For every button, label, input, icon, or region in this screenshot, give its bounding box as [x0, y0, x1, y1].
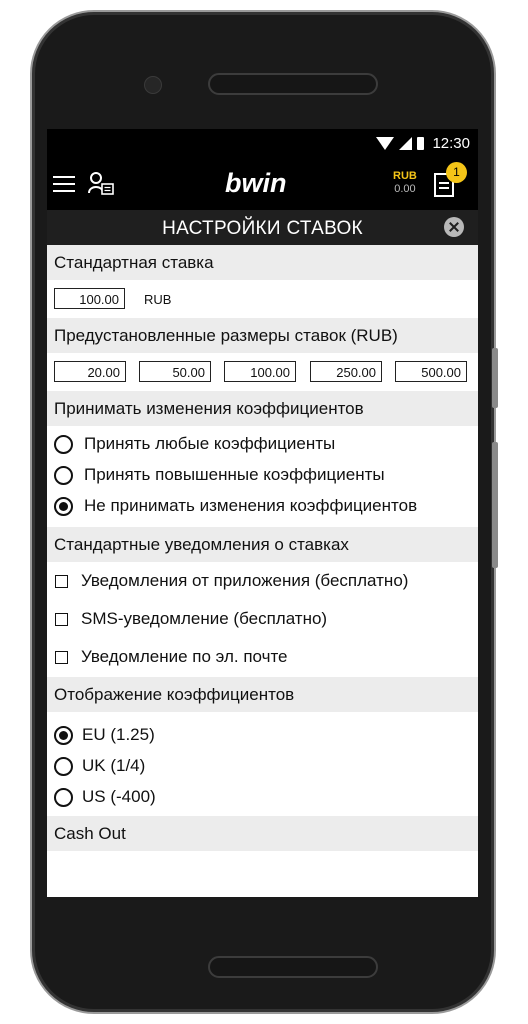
odds-format-option-uk[interactable]: UK (1/4) — [54, 754, 145, 778]
signal-icon — [399, 137, 413, 150]
radio-button[interactable] — [54, 465, 73, 485]
notification-option-app[interactable]: Уведомления от приложения (бесплатно) — [55, 570, 408, 592]
notification-option-email[interactable]: Уведомление по эл. почте — [55, 646, 288, 668]
checkbox[interactable] — [55, 650, 68, 664]
radio-label: UK (1/4) — [82, 756, 146, 775]
preset-stakes-section-title: Предустановленные размеры ставок (RUB) — [47, 318, 478, 353]
settings-header: НАСТРОЙКИ СТАВОК — [47, 210, 478, 245]
default-stake-section-title: Стандартная ставка — [47, 245, 478, 280]
battery-icon — [417, 137, 425, 150]
status-bar: 12:30 — [47, 129, 478, 160]
bwin-logo[interactable]: bwin — [225, 168, 287, 199]
odds-changes-section-title: Принимать изменения коэффициентов — [47, 391, 478, 426]
front-camera — [144, 76, 162, 94]
notification-option-sms[interactable]: SMS-уведомление (бесплатно) — [55, 608, 327, 630]
radio-label: Принять любые коэффициенты — [84, 434, 336, 453]
preset-stake-input-2[interactable]: 50.00 — [139, 361, 211, 382]
checkbox[interactable] — [55, 612, 68, 626]
odds-format-options: EU (1.25) UK (1/4) US (-400) — [47, 712, 478, 816]
notifications-section-title: Стандартные уведомления о ставках — [47, 527, 478, 562]
cash-out-section-title: Cash Out — [47, 816, 478, 851]
odds-format-section-title: Отображение коэффициентов — [47, 677, 478, 712]
close-icon[interactable] — [444, 217, 464, 237]
menu-icon[interactable] — [53, 176, 75, 193]
top-speaker — [208, 73, 378, 95]
odds-change-option-higher[interactable]: Принять повышенные коэффициенты — [54, 463, 385, 487]
radio-label: US (-400) — [82, 787, 156, 806]
odds-change-option-any[interactable]: Принять любые коэффициенты — [54, 432, 335, 456]
odds-format-option-eu[interactable]: EU (1.25) — [54, 723, 155, 747]
checkbox-label: SMS-уведомление (бесплатно) — [81, 609, 328, 628]
radio-button[interactable] — [54, 756, 73, 776]
app-bar: bwin RUB 0.00 1 — [47, 160, 478, 210]
checkbox-label: Уведомления от приложения (бесплатно) — [81, 571, 409, 590]
default-stake-row: 100.00 RUB — [47, 280, 478, 318]
radio-label: Принять повышенные коэффициенты — [84, 465, 385, 484]
default-stake-currency: RUB — [144, 292, 172, 307]
power-button — [492, 348, 498, 408]
preset-stake-input-1[interactable]: 20.00 — [54, 361, 126, 382]
preset-stakes-row: 20.00 50.00 100.00 250.00 500.00 — [47, 353, 478, 391]
radio-button[interactable] — [54, 787, 73, 807]
checkbox-label: Уведомление по эл. почте — [81, 647, 288, 666]
preset-stake-input-4[interactable]: 250.00 — [310, 361, 382, 382]
radio-label: Не принимать изменения коэффициентов — [84, 496, 418, 515]
page-title: НАСТРОЙКИ СТАВОК — [162, 218, 363, 239]
balance-currency: RUB — [393, 170, 417, 182]
odds-changes-options: Принять любые коэффициенты Принять повыш… — [47, 426, 478, 527]
odds-change-option-none[interactable]: Не принимать изменения коэффициентов — [54, 494, 417, 518]
radio-button-selected[interactable] — [54, 725, 73, 745]
bottom-speaker — [208, 956, 378, 978]
balance-display[interactable]: RUB 0.00 — [393, 170, 417, 196]
wifi-icon — [376, 137, 395, 150]
account-icon[interactable] — [87, 171, 115, 197]
volume-button — [492, 442, 498, 568]
checkbox[interactable] — [55, 574, 68, 588]
radio-button-selected[interactable] — [54, 496, 73, 516]
balance-amount: 0.00 — [394, 183, 416, 195]
radio-button[interactable] — [54, 434, 73, 454]
status-time: 12:30 — [432, 135, 470, 152]
default-stake-input[interactable]: 100.00 — [54, 288, 125, 309]
radio-label: EU (1.25) — [82, 725, 155, 744]
betslip-count-badge: 1 — [446, 162, 467, 183]
notifications-options: Уведомления от приложения (бесплатно) SM… — [47, 562, 478, 677]
preset-stake-input-5[interactable]: 500.00 — [395, 361, 467, 382]
app-screen: 12:30 bwin RUB 0.00 1 НАСТРОЙКИ СТАВОК С… — [47, 129, 478, 897]
odds-format-option-us[interactable]: US (-400) — [54, 785, 156, 809]
preset-stake-input-3[interactable]: 100.00 — [224, 361, 296, 382]
